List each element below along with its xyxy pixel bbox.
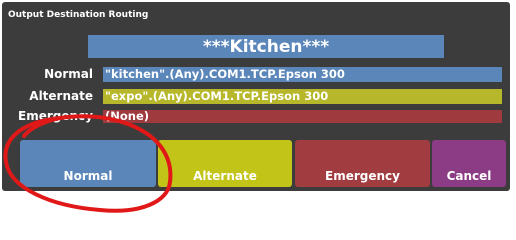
destination-title: ***Kitchen*** <box>88 35 444 58</box>
normal-button[interactable]: Normal <box>20 140 156 187</box>
normal-route-label: Normal <box>44 67 93 81</box>
alternate-button[interactable]: Alternate <box>158 140 292 187</box>
alternate-route-label: Alternate <box>29 89 93 103</box>
emergency-route-value: (None) <box>103 110 502 123</box>
output-routing-dialog: Output Destination Routing ***Kitchen***… <box>2 2 510 191</box>
alternate-route-value: "expo".(Any).COM1.TCP.Epson 300 <box>103 89 502 104</box>
normal-route-value: "kitchen".(Any).COM1.TCP.Epson 300 <box>103 67 502 82</box>
cancel-button[interactable]: Cancel <box>432 140 506 187</box>
dialog-title: Output Destination Routing <box>8 10 149 20</box>
emergency-route-label: Emergency <box>18 110 93 123</box>
emergency-button[interactable]: Emergency <box>295 140 430 187</box>
